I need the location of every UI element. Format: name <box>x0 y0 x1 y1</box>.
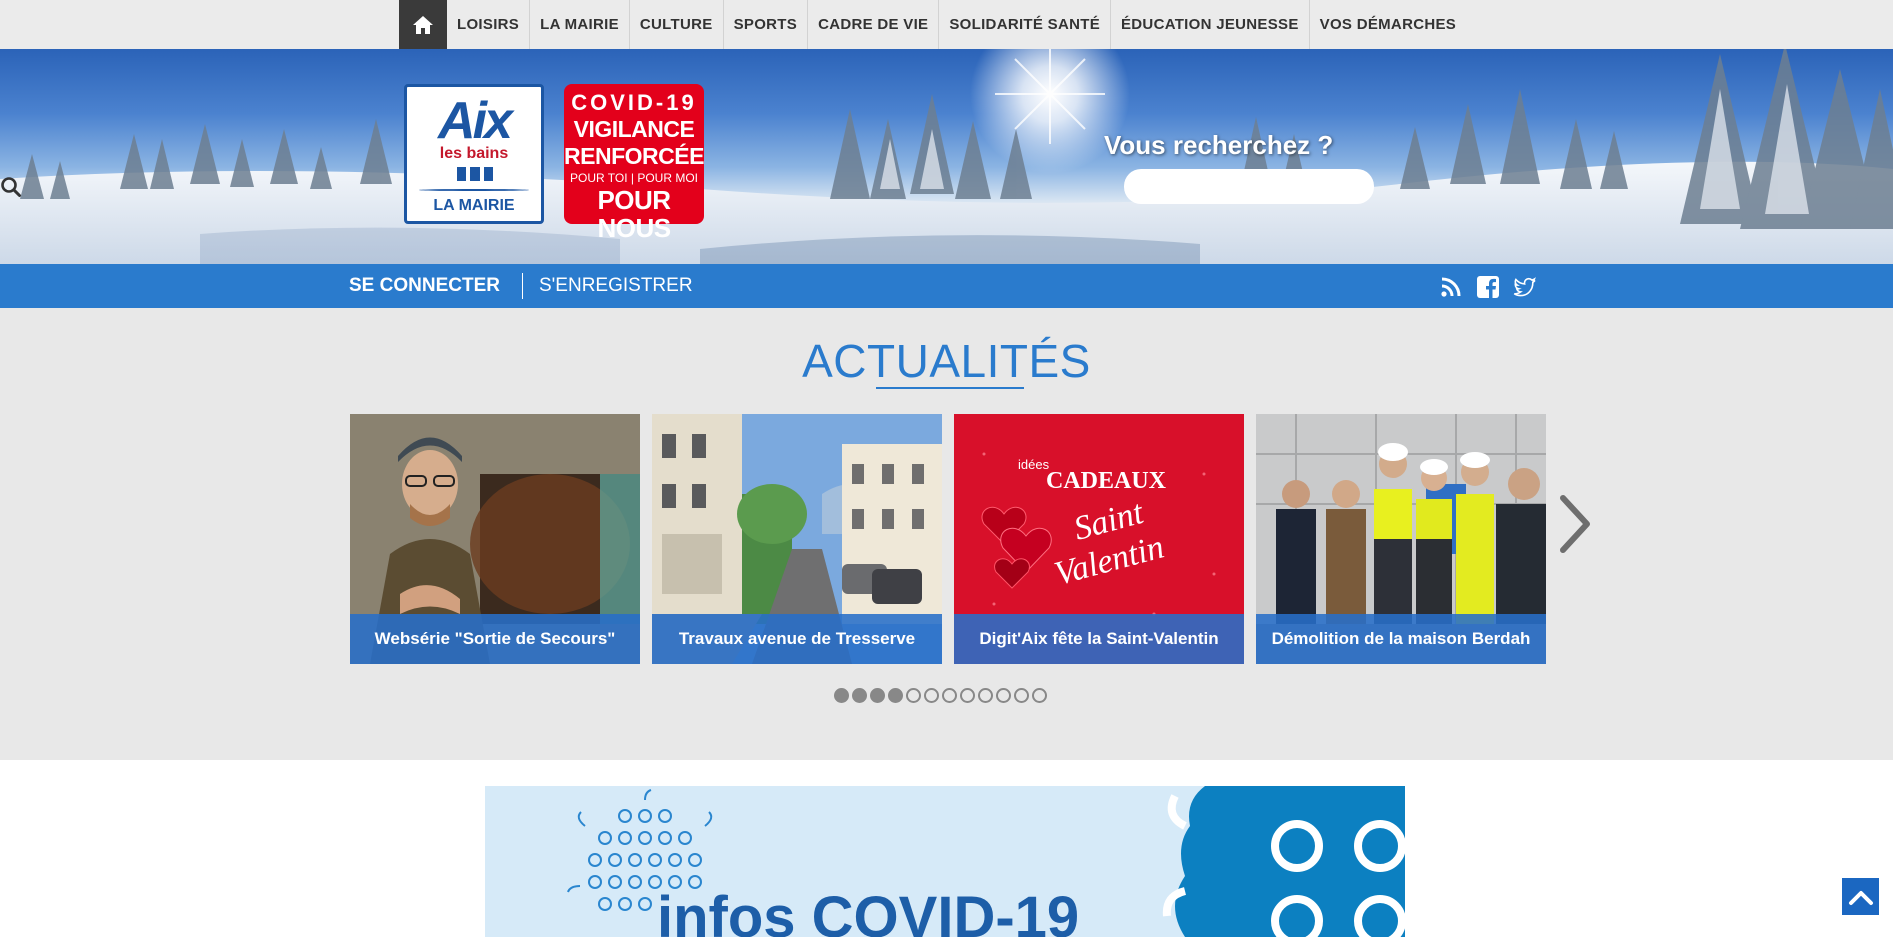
chevron-up-icon <box>1848 890 1873 905</box>
news-card-travaux[interactable]: Travaux avenue de Tresserve <box>652 414 942 664</box>
carousel-dot[interactable] <box>870 688 885 703</box>
covid-badge-title: COVID-19 <box>571 90 697 115</box>
news-card-caption: Digit'Aix fête la Saint-Valentin <box>954 614 1244 664</box>
carousel-dot[interactable] <box>978 688 993 703</box>
carousel-dot[interactable] <box>924 688 939 703</box>
rss-icon[interactable] <box>1439 275 1463 299</box>
nav-item-vos-demarches[interactable]: VOS DÉMARCHES <box>1310 0 1466 49</box>
nav-item-education-jeunesse[interactable]: ÉDUCATION JEUNESSE <box>1111 0 1310 49</box>
covid-badge-line2: RENFORCÉE <box>564 143 704 169</box>
logo-aix-text: Aix <box>438 92 513 150</box>
twitter-icon[interactable] <box>1513 275 1537 299</box>
nav-item-cadre-de-vie[interactable]: CADRE DE VIE <box>808 0 940 49</box>
news-card-demolition[interactable]: Démolition de la maison Berdah <box>1256 414 1546 664</box>
covid-badge-line1: VIGILANCE <box>573 116 695 142</box>
covid-info-banner[interactable]: infos COVID-19 <box>485 786 1405 937</box>
news-section: ACTUALITÉS Websérie "Sortie de Secours" <box>0 308 1893 760</box>
carousel-pagination <box>834 688 1047 703</box>
search-label: Vous recherchez ? <box>1104 130 1334 160</box>
search-input[interactable] <box>1124 169 1374 204</box>
snowy-landscape-image <box>0 49 1893 264</box>
nav-item-culture[interactable]: CULTURE <box>630 0 724 49</box>
news-card-caption: Websérie "Sortie de Secours" <box>350 614 640 664</box>
nav-item-la-mairie[interactable]: LA MAIRIE <box>530 0 630 49</box>
chevron-right-icon[interactable] <box>1555 492 1595 556</box>
carousel-dot[interactable] <box>942 688 957 703</box>
facebook-icon[interactable] <box>1476 275 1500 299</box>
home-icon <box>413 15 433 34</box>
logo-les-bains-text: les bains <box>439 145 509 162</box>
login-button[interactable]: SE CONNECTER <box>349 264 500 308</box>
logo-mairie-text: LA MAIRIE <box>433 197 515 214</box>
search-icon[interactable] <box>0 176 22 198</box>
logo-bars-graphic <box>457 167 493 181</box>
news-card-caption: Démolition de la maison Berdah <box>1256 614 1546 664</box>
nav-item-solidarite-sante[interactable]: SOLIDARITÉ SANTÉ <box>939 0 1111 49</box>
carousel-dot[interactable] <box>1014 688 1029 703</box>
carousel-dot[interactable] <box>1032 688 1047 703</box>
news-card-caption: Travaux avenue de Tresserve <box>652 614 942 664</box>
covid-banner-text: infos COVID-19 <box>657 885 1080 937</box>
news-section-title: ACTUALITÉS <box>802 335 1091 387</box>
nav-item-sports[interactable]: SPORTS <box>724 0 809 49</box>
account-bar: SE CONNECTER S'ENREGISTRER <box>0 264 1893 308</box>
top-navigation: LOISIRS LA MAIRIE CULTURE SPORTS CADRE D… <box>0 0 1893 49</box>
news-card-saint-valentin[interactable]: idées CADEAUX Saint Valentin Digit'Aix f… <box>954 414 1244 664</box>
carousel-dot[interactable] <box>906 688 921 703</box>
covid-badge-small: POUR TOI | POUR MOI <box>569 171 699 185</box>
home-button[interactable] <box>399 0 447 49</box>
news-card-webserie[interactable]: Websérie "Sortie de Secours" <box>350 414 640 664</box>
valentin-cadeaux-text: CADEAUX <box>1046 468 1167 494</box>
valentin-idees-text: idées <box>1018 457 1050 472</box>
carousel-dot[interactable] <box>960 688 975 703</box>
carousel-dot[interactable] <box>852 688 867 703</box>
back-to-top-button[interactable] <box>1840 876 1881 917</box>
site-logo[interactable]: Aix les bains LA MAIRIE <box>404 84 544 224</box>
covid-vigilance-badge[interactable]: COVID-19 VIGILANCE RENFORCÉE POUR TOI | … <box>564 84 704 242</box>
carousel-dot[interactable] <box>888 688 903 703</box>
header-banner: Aix les bains LA MAIRIE COVID-19 VIGILAN… <box>0 49 1893 264</box>
nav-menu: LOISIRS LA MAIRIE CULTURE SPORTS CADRE D… <box>399 0 1466 49</box>
nav-item-loisirs[interactable]: LOISIRS <box>447 0 531 49</box>
news-title-underline <box>876 387 1024 389</box>
carousel-dot[interactable] <box>834 688 849 703</box>
covid-badge-big: POUR NOUS <box>597 185 671 243</box>
logo-underline <box>419 189 529 191</box>
account-separator <box>522 273 523 299</box>
carousel-dot[interactable] <box>996 688 1011 703</box>
register-button[interactable]: S'ENREGISTRER <box>539 264 693 308</box>
